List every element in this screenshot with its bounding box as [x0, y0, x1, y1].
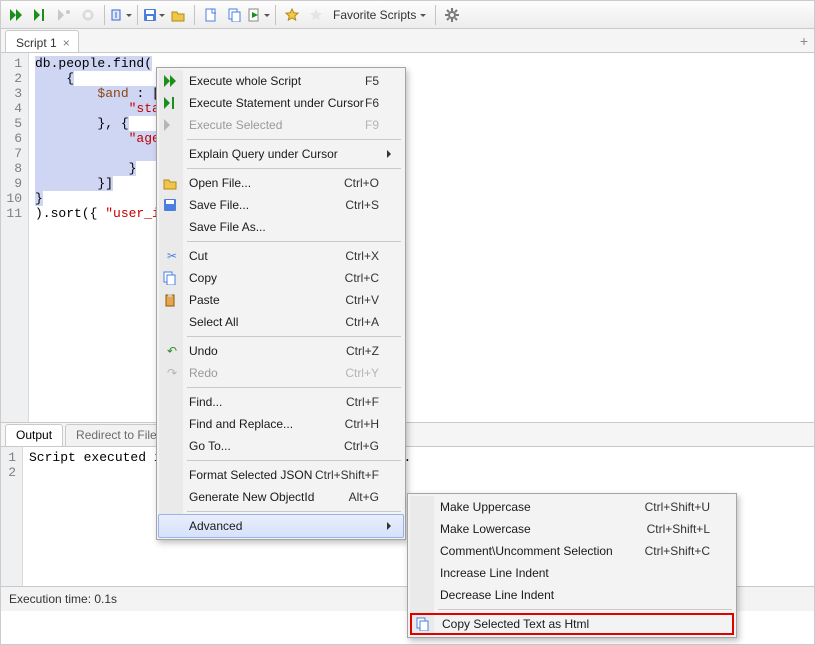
- editor-tabstrip: Script 1 × +: [1, 29, 814, 53]
- menu-genobjectid[interactable]: Generate New ObjectIdAlt+G: [159, 486, 403, 508]
- run-icon[interactable]: [5, 4, 27, 26]
- status-text: Execution time: 0.1s: [9, 592, 117, 606]
- menu-exec-sel: Execute SelectedF9: [159, 114, 403, 136]
- favorite-scripts-dropdown[interactable]: Favorite Scripts: [329, 8, 430, 22]
- toolbar: Favorite Scripts: [1, 1, 814, 29]
- menu-formatjson[interactable]: Format Selected JSONCtrl+Shift+F: [159, 464, 403, 486]
- output-gutter: 12: [1, 447, 23, 586]
- menu-lowercase[interactable]: Make LowercaseCtrl+Shift+L: [410, 518, 734, 540]
- close-icon[interactable]: ×: [63, 37, 70, 49]
- menu-explain[interactable]: Explain Query under Cursor: [159, 143, 403, 165]
- code-editor[interactable]: 1234567891011 db.people.find( { $and : […: [1, 53, 814, 423]
- menu-redo: ↷RedoCtrl+Y: [159, 362, 403, 384]
- menu-advanced[interactable]: Advanced: [158, 514, 404, 538]
- menu-findreplace[interactable]: Find and Replace...Ctrl+H: [159, 413, 403, 435]
- open-folder-icon[interactable]: [167, 4, 189, 26]
- tab-output[interactable]: Output: [5, 424, 63, 446]
- menu-copy[interactable]: CopyCtrl+C: [159, 267, 403, 289]
- editor-tab[interactable]: Script 1 ×: [5, 30, 79, 52]
- new-tab-icon[interactable]: +: [800, 33, 808, 49]
- new-script-icon[interactable]: [200, 4, 222, 26]
- copy-script-icon[interactable]: [224, 4, 246, 26]
- star-add-icon[interactable]: [281, 4, 303, 26]
- menu-cut[interactable]: ✂CutCtrl+X: [159, 245, 403, 267]
- submenu-advanced: Make UppercaseCtrl+Shift+U Make Lowercas…: [407, 493, 737, 638]
- stop-icon: [77, 4, 99, 26]
- menu-save[interactable]: Save File...Ctrl+S: [159, 194, 403, 216]
- menu-goto[interactable]: Go To...Ctrl+G: [159, 435, 403, 457]
- menu-paste[interactable]: PasteCtrl+V: [159, 289, 403, 311]
- save-icon[interactable]: [143, 4, 165, 26]
- code-area[interactable]: db.people.find( { $and : [{ "status" : "…: [29, 53, 814, 422]
- menu-selectall[interactable]: Select AllCtrl+A: [159, 311, 403, 333]
- line-gutter: 1234567891011: [1, 53, 29, 422]
- menu-open[interactable]: Open File...Ctrl+O: [159, 172, 403, 194]
- menu-exec-stmt[interactable]: Execute Statement under CursorF6: [159, 92, 403, 114]
- menu-find[interactable]: Find...Ctrl+F: [159, 391, 403, 413]
- tab-title: Script 1: [16, 36, 57, 50]
- tab-redirect[interactable]: Redirect to File: [65, 424, 168, 446]
- menu-uppercase[interactable]: Make UppercaseCtrl+Shift+U: [410, 496, 734, 518]
- menu-indent-inc[interactable]: Increase Line Indent: [410, 562, 734, 584]
- menu-saveas[interactable]: Save File As...: [159, 216, 403, 238]
- gear-icon[interactable]: [441, 4, 463, 26]
- menu-copy-html[interactable]: Copy Selected Text as Html: [410, 613, 734, 635]
- menu-undo[interactable]: ↶UndoCtrl+Z: [159, 340, 403, 362]
- output-tabstrip: Output Redirect to File: [1, 423, 814, 447]
- explain-icon[interactable]: [110, 4, 132, 26]
- menu-comment[interactable]: Comment\Uncomment SelectionCtrl+Shift+C: [410, 540, 734, 562]
- menu-indent-dec[interactable]: Decrease Line Indent: [410, 584, 734, 606]
- run-selection-icon: [53, 4, 75, 26]
- run-script-icon[interactable]: [248, 4, 270, 26]
- favorite-scripts-label: Favorite Scripts: [333, 8, 416, 22]
- star-icon: [305, 4, 327, 26]
- run-step-icon[interactable]: [29, 4, 51, 26]
- context-menu: Execute whole ScriptF5 Execute Statement…: [156, 67, 406, 540]
- menu-exec-whole[interactable]: Execute whole ScriptF5: [159, 70, 403, 92]
